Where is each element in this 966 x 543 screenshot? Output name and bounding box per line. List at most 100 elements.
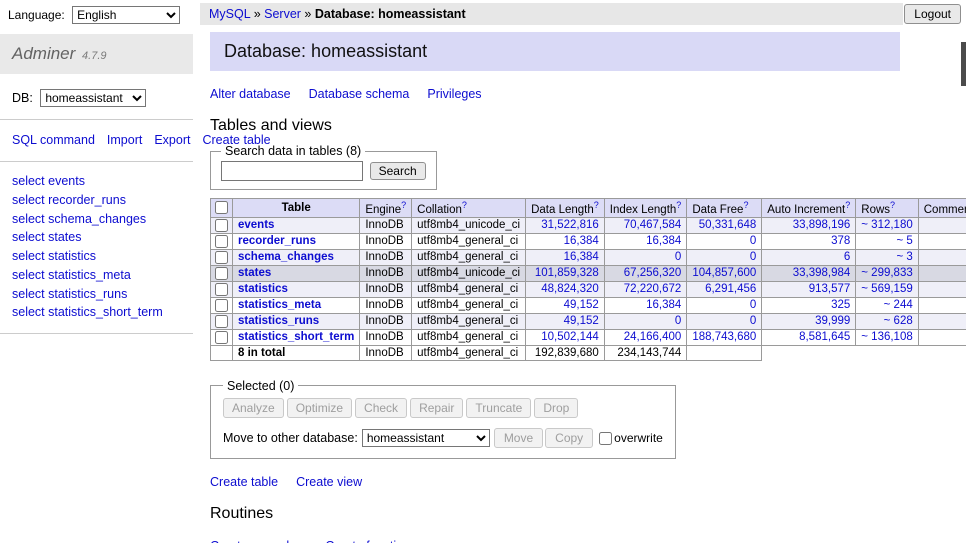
sidebar-table-link[interactable]: select events <box>12 172 181 191</box>
table-name-link[interactable]: statistics_meta <box>238 299 321 311</box>
rows-link[interactable]: ~ 3 <box>896 251 912 263</box>
index-length-link[interactable]: 70,467,584 <box>624 219 682 231</box>
data-free-link[interactable]: 50,331,648 <box>699 219 757 231</box>
data-free-link[interactable]: 0 <box>750 251 756 263</box>
create-link[interactable]: Create table <box>210 475 278 489</box>
truncate-button[interactable]: Truncate <box>466 398 531 418</box>
sidebar-action-link[interactable]: Export <box>154 133 190 147</box>
rows-link[interactable]: ~ 312,180 <box>861 219 912 231</box>
column-help-link[interactable]: ? <box>594 200 599 210</box>
data-length-link[interactable]: 16,384 <box>564 251 599 263</box>
drop-button[interactable]: Drop <box>534 398 578 418</box>
sidebar-action-link[interactable]: SQL command <box>12 133 95 147</box>
routine-link[interactable]: Create function <box>325 539 410 543</box>
table-name-link[interactable]: recorder_runs <box>238 235 316 247</box>
row-checkbox[interactable] <box>215 251 228 264</box>
index-length-link[interactable]: 0 <box>675 315 681 327</box>
rows-link[interactable]: ~ 5 <box>896 235 912 247</box>
column-help-link[interactable]: ? <box>462 200 467 210</box>
column-help-link[interactable]: ? <box>676 200 681 210</box>
index-length-link[interactable]: 72,220,672 <box>624 283 682 295</box>
breadcrumb-link[interactable]: MySQL <box>209 7 250 21</box>
move-db-select[interactable]: homeassistant <box>362 429 490 447</box>
search-button[interactable]: Search <box>370 162 426 180</box>
data-free-link[interactable]: 188,743,680 <box>692 331 756 343</box>
rows-link[interactable]: ~ 628 <box>884 315 913 327</box>
data-free-link[interactable]: 0 <box>750 235 756 247</box>
column-help-link[interactable]: ? <box>401 200 406 210</box>
language-select[interactable]: English <box>72 6 180 24</box>
search-input[interactable] <box>221 161 363 181</box>
row-checkbox[interactable] <box>215 219 228 232</box>
move-button[interactable]: Move <box>494 428 543 448</box>
sidebar-table-link[interactable]: select schema_changes <box>12 210 181 229</box>
row-checkbox[interactable] <box>215 315 228 328</box>
sidebar-table-link[interactable]: select statistics_short_term <box>12 303 181 322</box>
rows-link[interactable]: ~ 136,108 <box>861 331 912 343</box>
create-link[interactable]: Create view <box>296 475 362 489</box>
db-action-link[interactable]: Alter database <box>210 87 291 101</box>
db-action-link[interactable]: Database schema <box>309 87 410 101</box>
row-checkbox[interactable] <box>215 283 228 296</box>
rows-link[interactable]: ~ 244 <box>884 299 913 311</box>
overwrite-checkbox[interactable] <box>599 432 612 445</box>
index-length-link[interactable]: 67,256,320 <box>624 267 682 279</box>
data-length-link[interactable]: 31,522,816 <box>541 219 599 231</box>
sidebar-table-link[interactable]: select recorder_runs <box>12 191 181 210</box>
auto-increment-link[interactable]: 8,581,645 <box>799 331 850 343</box>
logout-button[interactable]: Logout <box>904 4 961 24</box>
sidebar-action-link[interactable]: Import <box>107 133 142 147</box>
check-button[interactable]: Check <box>355 398 407 418</box>
optimize-button[interactable]: Optimize <box>287 398 352 418</box>
column-help-link[interactable]: ? <box>890 200 895 210</box>
index-length-link[interactable]: 24,166,400 <box>624 331 682 343</box>
rows-link[interactable]: ~ 569,159 <box>861 283 912 295</box>
table-name-link[interactable]: states <box>238 267 271 279</box>
data-length-link[interactable]: 10,502,144 <box>541 331 599 343</box>
breadcrumb-link[interactable]: Server <box>264 7 301 21</box>
data-length-link[interactable]: 49,152 <box>564 315 599 327</box>
data-free-link[interactable]: 0 <box>750 315 756 327</box>
auto-increment-link[interactable]: 39,999 <box>815 315 850 327</box>
table-name-link[interactable]: events <box>238 219 274 231</box>
repair-button[interactable]: Repair <box>410 398 463 418</box>
analyze-button[interactable]: Analyze <box>223 398 284 418</box>
row-checkbox[interactable] <box>215 267 228 280</box>
index-length-link[interactable]: 16,384 <box>646 299 681 311</box>
auto-increment-link[interactable]: 6 <box>844 251 850 263</box>
data-length-link[interactable]: 101,859,328 <box>535 267 599 279</box>
sidebar-table-link[interactable]: select statistics <box>12 247 181 266</box>
data-free-link[interactable]: 104,857,600 <box>692 267 756 279</box>
row-checkbox[interactable] <box>215 235 228 248</box>
sidebar-table-link[interactable]: select states <box>12 228 181 247</box>
table-name-link[interactable]: statistics <box>238 283 288 295</box>
auto-increment-link[interactable]: 913,577 <box>809 283 851 295</box>
db-action-link[interactable]: Privileges <box>427 87 481 101</box>
data-length-link[interactable]: 16,384 <box>564 235 599 247</box>
sidebar-table-link[interactable]: select statistics_runs <box>12 285 181 304</box>
copy-button[interactable]: Copy <box>545 428 593 448</box>
auto-increment-link[interactable]: 33,398,984 <box>793 267 851 279</box>
rows-link[interactable]: ~ 299,833 <box>861 267 912 279</box>
row-checkbox[interactable] <box>215 331 228 344</box>
data-free-link[interactable]: 0 <box>750 299 756 311</box>
auto-increment-link[interactable]: 33,898,196 <box>793 219 851 231</box>
db-select[interactable]: homeassistant <box>40 89 146 107</box>
table-name-link[interactable]: statistics_short_term <box>238 331 354 343</box>
sidebar-table-link[interactable]: select statistics_meta <box>12 266 181 285</box>
data-length-link[interactable]: 49,152 <box>564 299 599 311</box>
table-name-link[interactable]: statistics_runs <box>238 315 319 327</box>
row-checkbox[interactable] <box>215 299 228 312</box>
table-name-link[interactable]: schema_changes <box>238 251 334 263</box>
select-all-checkbox[interactable] <box>215 201 228 214</box>
column-help-link[interactable]: ? <box>743 200 748 210</box>
auto-increment-link[interactable]: 325 <box>831 299 850 311</box>
index-length-link[interactable]: 16,384 <box>646 235 681 247</box>
data-length-link[interactable]: 48,824,320 <box>541 283 599 295</box>
routine-link[interactable]: Create procedure <box>210 539 307 543</box>
column-help-link[interactable]: ? <box>845 200 850 210</box>
index-length-link[interactable]: 0 <box>675 251 681 263</box>
auto-increment-link[interactable]: 378 <box>831 235 850 247</box>
scrollbar-thumb[interactable] <box>961 42 966 86</box>
data-free-link[interactable]: 6,291,456 <box>705 283 756 295</box>
